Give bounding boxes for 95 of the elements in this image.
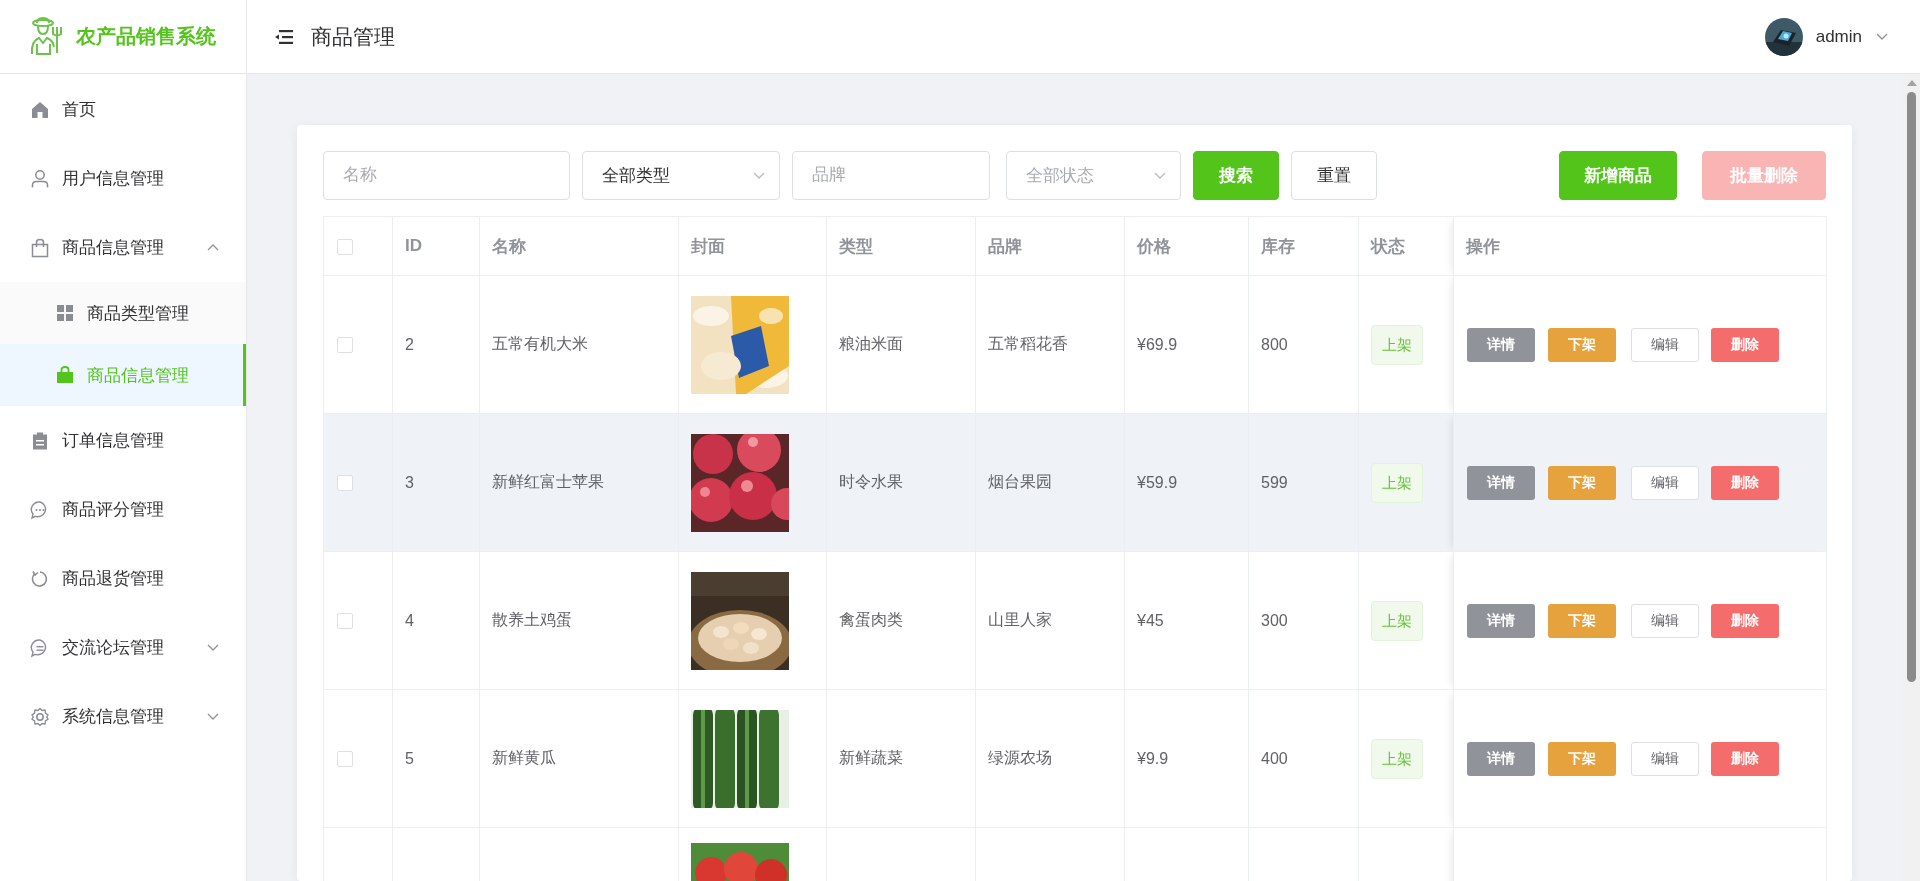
- table-cell: 2: [405, 335, 414, 353]
- delete-button[interactable]: 删除: [1711, 603, 1779, 638]
- column-header: 操作: [1466, 236, 1500, 256]
- detail-button[interactable]: 详情: [1467, 741, 1535, 776]
- search-field[interactable]: 品牌: [792, 150, 990, 200]
- unlist-button[interactable]: 下架: [1548, 741, 1616, 776]
- status-tag: 上架: [1371, 462, 1423, 503]
- table-cell: 300: [1261, 611, 1288, 629]
- user-name[interactable]: admin: [1815, 26, 1862, 47]
- table-cell: 散养土鸡蛋: [492, 611, 572, 628]
- table-cell: 时令水果: [839, 473, 903, 490]
- sidebar-item[interactable]: 订单信息管理: [0, 406, 246, 475]
- sidebar-item[interactable]: 商品信息管理: [0, 213, 246, 282]
- table-cell: 五常有机大米: [492, 335, 588, 352]
- checkbox[interactable]: [337, 238, 353, 255]
- table-cell: 400: [1261, 749, 1288, 767]
- scrollbar[interactable]: [1903, 74, 1920, 881]
- checkbox[interactable]: [337, 613, 353, 630]
- table-cell: 3: [405, 473, 414, 491]
- menu-fold-icon: [275, 29, 293, 44]
- add-button[interactable]: 新增商品: [1559, 150, 1677, 200]
- user-icon: [30, 168, 50, 189]
- edit-button[interactable]: 编辑: [1631, 465, 1699, 500]
- column-header: 价格: [1137, 236, 1171, 256]
- avatar[interactable]: [1764, 17, 1803, 56]
- table-cell: 绿源农场: [988, 749, 1052, 766]
- edit-button[interactable]: 编辑: [1631, 741, 1699, 776]
- sidebar-item[interactable]: 系统信息管理: [0, 682, 246, 751]
- table-cell: 5: [405, 749, 414, 767]
- table-cell: 800: [1261, 335, 1288, 353]
- column-header: 类型: [839, 236, 873, 256]
- table-cell: 新鲜红富士苹果: [492, 473, 604, 490]
- checkbox[interactable]: [337, 751, 353, 768]
- sidebar-item[interactable]: 商品退货管理: [0, 544, 246, 613]
- table-cell: ¥45: [1137, 611, 1164, 629]
- search-field[interactable]: 名称: [323, 150, 570, 200]
- chevron-icon: [753, 171, 765, 179]
- table-cell: 烟台果园: [988, 473, 1052, 490]
- unlist-button[interactable]: 下架: [1548, 603, 1616, 638]
- edit-button[interactable]: 编辑: [1631, 327, 1699, 362]
- column-header: 品牌: [988, 236, 1022, 256]
- chevron-icon: [1876, 33, 1888, 40]
- select-field[interactable]: 全部类型: [582, 150, 780, 200]
- table-cell: ¥9.9: [1137, 749, 1169, 767]
- bag-icon: [55, 365, 75, 385]
- table-cell: 禽蛋肉类: [839, 611, 903, 628]
- status-tag: 上架: [1371, 600, 1423, 641]
- table-cell: 599: [1261, 473, 1288, 491]
- grid-icon: [55, 303, 75, 323]
- unlist-button[interactable]: 下架: [1548, 327, 1616, 362]
- sidebar-item[interactable]: 交流论坛管理: [0, 613, 246, 682]
- chevron-icon: [1154, 171, 1166, 179]
- checkbox[interactable]: [337, 337, 353, 354]
- checkbox[interactable]: [337, 475, 353, 492]
- status-tag: 上架: [1371, 324, 1423, 365]
- sidebar-item[interactable]: 商品信息管理: [0, 344, 246, 406]
- delete-button[interactable]: 删除: [1711, 327, 1779, 362]
- detail-button[interactable]: 详情: [1467, 603, 1535, 638]
- column-header: 库存: [1261, 236, 1295, 256]
- table-cell: ¥59.9: [1137, 473, 1178, 491]
- detail-button[interactable]: 详情: [1467, 465, 1535, 500]
- column-header: ID: [405, 236, 422, 255]
- clipboard-icon: [30, 430, 50, 451]
- chevron-icon: [207, 243, 219, 251]
- edit-button[interactable]: 编辑: [1631, 603, 1699, 638]
- sidebar-item[interactable]: 商品类型管理: [0, 282, 246, 344]
- sidebar-item[interactable]: 首页: [0, 75, 246, 144]
- column-header: 状态: [1371, 236, 1405, 256]
- table-cell: 粮油米面: [839, 335, 903, 352]
- table-cell: ¥69.9: [1137, 335, 1178, 353]
- delete-button[interactable]: 删除: [1711, 465, 1779, 500]
- column-header: 名称: [492, 236, 526, 256]
- chevron-icon: [207, 643, 219, 651]
- reset-button[interactable]: 重置: [1291, 150, 1377, 200]
- chevron-icon: [207, 712, 219, 720]
- table-cell: 山里人家: [988, 611, 1052, 628]
- table-cell: 五常稻花香: [988, 335, 1068, 352]
- table-cell: 新鲜蔬菜: [839, 749, 903, 766]
- search-button[interactable]: 搜索: [1193, 150, 1279, 200]
- table-cell: 新鲜黄瓜: [492, 749, 556, 766]
- sidebar-item[interactable]: 商品评分管理: [0, 475, 246, 544]
- app-title: 农产品销售系统: [76, 24, 216, 49]
- gear-icon: [30, 706, 50, 727]
- status-tag: 上架: [1371, 738, 1423, 779]
- delete-button[interactable]: 删除: [1711, 741, 1779, 776]
- sidebar-item[interactable]: 用户信息管理: [0, 144, 246, 213]
- select-field[interactable]: 全部状态: [1006, 150, 1181, 200]
- home-icon: [30, 99, 50, 120]
- page-title: 商品管理: [311, 23, 395, 50]
- refresh-icon: [30, 568, 50, 589]
- unlist-button[interactable]: 下架: [1548, 465, 1616, 500]
- table-cell: 4: [405, 611, 414, 629]
- bag-icon: [30, 237, 50, 258]
- detail-button[interactable]: 详情: [1467, 327, 1535, 362]
- column-header: 封面: [691, 236, 725, 256]
